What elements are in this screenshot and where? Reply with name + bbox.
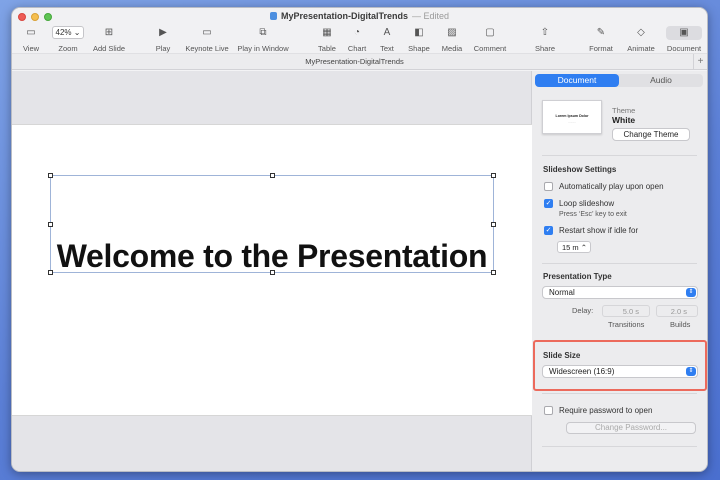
comment-button[interactable]: ▢ Comment <box>472 26 508 53</box>
resize-handle[interactable] <box>48 222 53 227</box>
presentation-type-select[interactable]: Normal ⇕ <box>542 286 698 299</box>
shape-button[interactable]: ◧ Shape <box>406 26 432 53</box>
add-slide-icon: ⊞ <box>104 27 114 38</box>
idle-time-stepper[interactable]: 15 m ⌃ <box>557 241 591 253</box>
slide-title[interactable]: Welcome to the Presentation <box>51 238 493 275</box>
divider <box>542 263 697 264</box>
theme-name: White <box>612 115 636 125</box>
tab-audio[interactable]: Audio <box>619 74 703 87</box>
play-in-window-button[interactable]: ⧉ Play in Window <box>234 26 292 53</box>
keynote-window: MyPresentation-DigitalTrends — Edited ▭ Vi… <box>11 7 708 472</box>
inspector-tabs: Document Audio <box>535 74 703 87</box>
resize-handle[interactable] <box>48 173 53 178</box>
restart-idle-checkbox[interactable]: ✓ <box>544 226 553 235</box>
delay-label: Delay: <box>572 306 594 315</box>
slide-size-highlight <box>533 340 707 391</box>
change-theme-button[interactable]: Change Theme <box>612 128 690 141</box>
new-tab-button[interactable]: + <box>693 54 707 70</box>
resize-handle[interactable] <box>491 222 496 227</box>
play-in-window-icon: ⧉ <box>259 27 267 38</box>
document-tab[interactable]: MyPresentation-DigitalTrends <box>12 57 697 66</box>
comment-icon: ▢ <box>485 27 495 38</box>
slideshow-settings-heading: Slideshow Settings <box>543 165 617 174</box>
resize-handle[interactable] <box>491 173 496 178</box>
toolbar: MyPresentation-DigitalTrends — Edited ▭ Vi… <box>12 8 707 70</box>
transitions-delay-field[interactable]: 5.0 s <box>602 305 650 317</box>
keynote-live-icon: ▭ <box>202 27 212 38</box>
theme-label: Theme <box>612 106 636 115</box>
window-title: MyPresentation-DigitalTrends — Edited <box>12 11 707 21</box>
builds-label: Builds <box>670 320 691 329</box>
animate-button[interactable]: ◇ Animate <box>624 26 658 53</box>
table-button[interactable]: ▦ Table <box>314 26 340 53</box>
animate-icon: ◇ <box>637 27 645 38</box>
slide[interactable]: Welcome to the Presentation <box>12 124 532 416</box>
resize-handle[interactable] <box>270 173 275 178</box>
text-button[interactable]: A Text <box>376 26 398 53</box>
add-slide-button[interactable]: ⊞ Add Slide <box>90 26 128 53</box>
tab-document[interactable]: Document <box>535 74 619 87</box>
media-icon: ▨ <box>447 27 457 38</box>
divider <box>542 446 697 447</box>
presentation-type-heading: Presentation Type <box>543 272 612 281</box>
format-brush-icon: ✎ <box>596 27 606 38</box>
document-inspector: Document Audio Lorem Ipsum Dolor ·······… <box>532 71 707 471</box>
chart-icon: ◔ <box>353 27 361 38</box>
document-icon: ▣ <box>666 26 702 40</box>
keynote-live-button[interactable]: ▭ Keynote Live <box>182 26 232 53</box>
chart-button[interactable]: ◔ Chart <box>344 26 370 53</box>
share-button[interactable]: ⇧ Share <box>532 26 558 53</box>
loop-slideshow-checkbox[interactable]: ✓ <box>544 199 553 208</box>
zoom-select[interactable]: 42% ⌄ <box>52 26 84 39</box>
divider <box>542 393 697 394</box>
builds-delay-field[interactable]: 2.0 s <box>656 305 698 317</box>
slide-canvas: Welcome to the Presentation <box>12 71 532 471</box>
transitions-label: Transitions <box>608 320 645 329</box>
theme-thumbnail: Lorem Ipsum Dolor ········· <box>542 100 602 134</box>
view-button[interactable]: ▭ View <box>16 26 46 53</box>
document-button[interactable]: ▣ Document <box>664 26 704 53</box>
autoplay-checkbox[interactable] <box>544 182 553 191</box>
text-icon: A <box>383 27 391 38</box>
zoom-button[interactable]: 42% ⌄ Zoom <box>50 26 86 53</box>
keynote-doc-icon <box>269 12 277 20</box>
require-password-checkbox[interactable] <box>544 406 553 415</box>
autoplay-label: Automatically play upon open <box>559 182 664 191</box>
divider <box>542 155 697 156</box>
restart-idle-label: Restart show if idle for <box>559 226 639 235</box>
sidebar-icon: ▭ <box>26 27 36 38</box>
media-button[interactable]: ▨ Media <box>439 26 465 53</box>
require-password-label: Require password to open <box>559 406 653 415</box>
play-button[interactable]: ▶ Play <box>150 26 176 53</box>
table-icon: ▦ <box>322 27 332 38</box>
format-button[interactable]: ✎ Format <box>586 26 616 53</box>
change-password-button[interactable]: Change Password... <box>566 422 696 434</box>
title-text-box[interactable]: Welcome to the Presentation <box>48 173 496 275</box>
share-icon: ⇧ <box>540 27 550 38</box>
play-icon: ▶ <box>159 27 167 38</box>
document-tab-strip: MyPresentation-DigitalTrends + <box>12 53 707 70</box>
chevron-updown-icon: ⇕ <box>686 288 696 297</box>
shape-icon: ◧ <box>414 27 424 38</box>
loop-slideshow-label: Loop slideshow <box>559 199 615 208</box>
loop-hint: Press ‘Esc’ key to exit <box>559 211 627 218</box>
